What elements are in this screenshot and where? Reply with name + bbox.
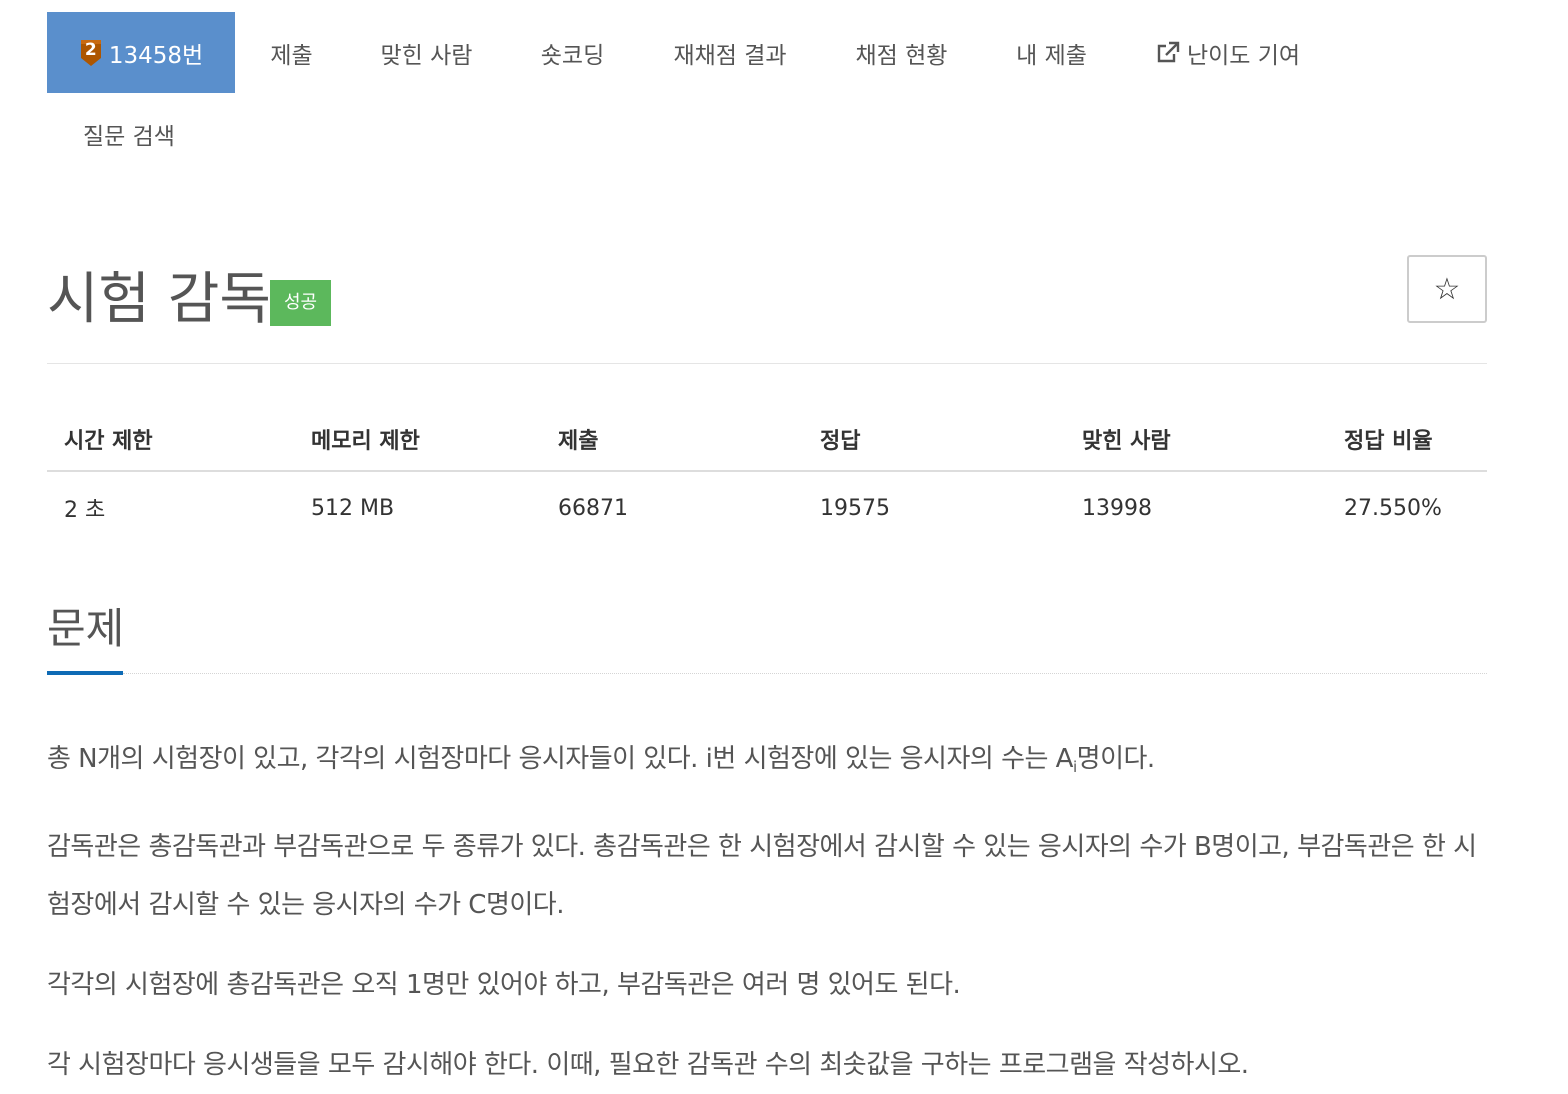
header-time-limit: 시간 제한 [47,408,294,472]
section-divider [123,673,1487,674]
header-memory-limit: 메모리 제한 [294,408,541,472]
bronze-tier-icon: 2 [79,38,103,68]
p1-text: 총 N개의 시험장이 있고, 각각의 시험장마다 응시자들이 있다. i번 시험… [47,744,1073,774]
value-solvers: 13998 [1082,495,1152,521]
tab-difficulty-contribution[interactable]: 난이도 기여 [1120,12,1335,93]
tab-problem-number[interactable]: 2 13458번 [47,12,235,93]
problem-nav: 2 13458번 제출 맞힌 사람 숏코딩 재채점 결과 채점 현황 내 제출 … [47,12,1487,174]
tab-short-coding[interactable]: 숏코딩 [505,12,640,93]
problem-title-row: 시험 감독 성공 ☆ [47,255,1487,345]
section-title-underline [47,671,123,675]
header-submissions: 제출 [541,408,803,472]
header-accept-rate: 정답 비율 [1327,408,1487,472]
tier-level: 2 [84,39,97,60]
difficulty-contribution-label: 난이도 기여 [1186,42,1301,69]
tab-solvers[interactable]: 맞힌 사람 [348,12,505,93]
status-badge: 성공 [270,280,332,326]
section-title: 문제 [47,604,125,653]
value-accept-rate: 27.550% [1344,495,1442,521]
problem-description: 총 N개의 시험장이 있고, 각각의 시험장마다 응시자들이 있다. i번 시험… [47,730,1487,1094]
description-paragraph-4: 각 시험장마다 응시생들을 모두 감시해야 한다. 이때, 필요한 감독관 수의… [47,1050,1249,1080]
problem-info-table: 시간 제한 메모리 제한 제출 정답 맞힌 사람 정답 비율 2 초 512 M… [47,408,1487,544]
problem-number-label: 13458번 [108,42,204,69]
problem-title: 시험 감독 [47,267,271,332]
external-link-icon [1157,41,1180,62]
value-submissions: 66871 [558,495,628,521]
star-icon: ☆ [1433,271,1461,307]
header-solvers: 맞힌 사람 [1065,408,1327,472]
description-paragraph-2: 감독관은 총감독관과 부감독관으로 두 종류가 있다. 총감독관은 한 시험장에… [47,832,1477,920]
table-row: 2 초 512 MB 66871 19575 13998 27.550% [47,471,1487,544]
p1-text-end: 명이다. [1076,744,1156,774]
table-header-row: 시간 제한 메모리 제한 제출 정답 맞힌 사람 정답 비율 [47,408,1487,472]
value-accepted: 19575 [820,495,890,521]
title-divider [47,363,1487,364]
page: 2 13458번 제출 맞힌 사람 숏코딩 재채점 결과 채점 현황 내 제출 … [47,12,1487,1080]
description-paragraph-3: 각각의 시험장에 총감독관은 오직 1명만 있어야 하고, 부감독관은 여러 명… [47,970,961,1000]
tab-submit[interactable]: 제출 [235,12,348,93]
header-accepted: 정답 [803,408,1065,472]
description-paragraph-1: 총 N개의 시험장이 있고, 각각의 시험장마다 응시자들이 있다. i번 시험… [47,730,1487,796]
tab-judge-status[interactable]: 채점 현황 [820,12,983,93]
tab-my-submissions[interactable]: 내 제출 [983,12,1120,93]
favorite-button[interactable]: ☆ [1407,255,1487,323]
tab-rejudge-results[interactable]: 재채점 결과 [640,12,820,93]
problem-section-header: 문제 [47,587,1487,677]
value-time-limit: 2 초 [64,498,106,523]
value-memory-limit: 512 MB [311,495,395,521]
tab-question-search[interactable]: 질문 검색 [47,93,211,174]
